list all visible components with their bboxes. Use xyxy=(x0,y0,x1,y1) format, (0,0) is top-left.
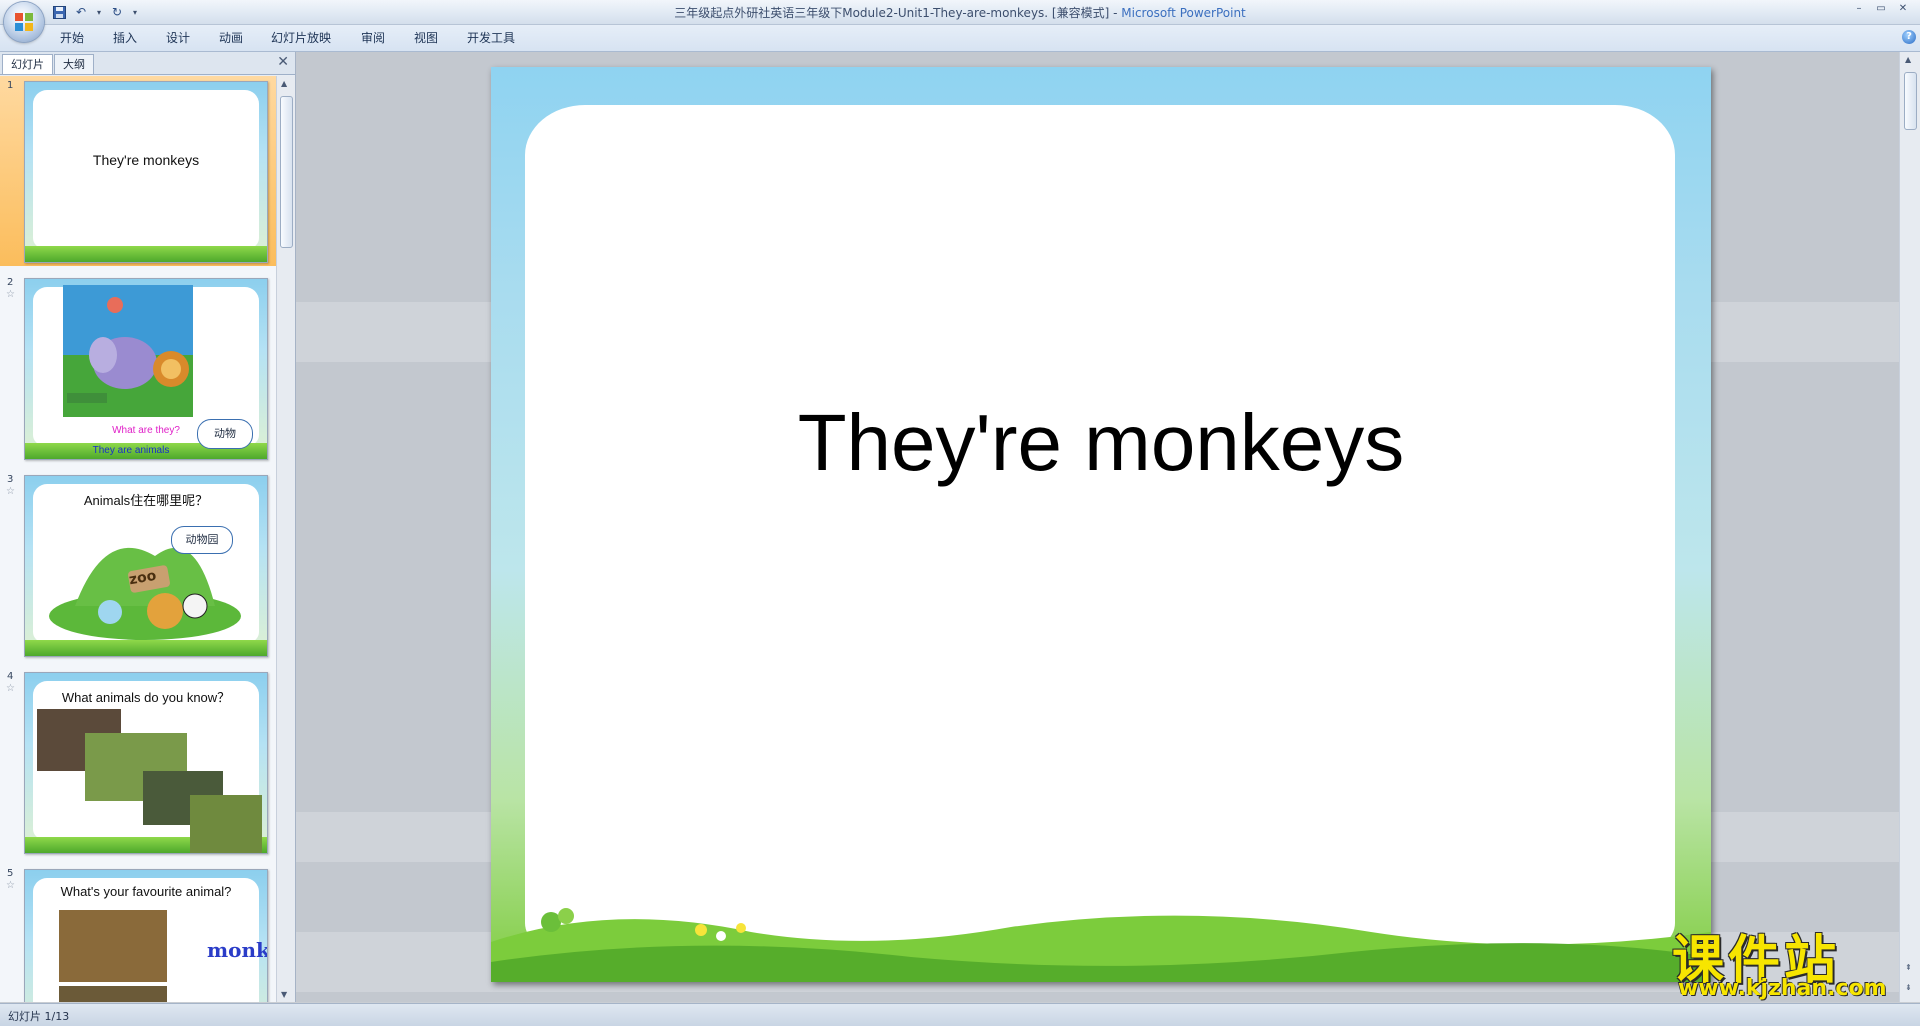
minimize-button[interactable]: – xyxy=(1848,2,1870,16)
close-button[interactable]: ✕ xyxy=(1892,2,1914,16)
thumbnail-row-2[interactable]: 2 ☆ What are they? They are animals 动物 xyxy=(0,273,276,463)
scroll-up-icon[interactable]: ▲ xyxy=(1905,55,1911,64)
slide-number: 3 xyxy=(7,474,14,485)
tab-developer[interactable]: 开发工具 xyxy=(461,29,521,47)
close-icon[interactable]: ✕ xyxy=(277,54,289,70)
tab-insert[interactable]: 插入 xyxy=(107,29,143,47)
tab-home[interactable]: 开始 xyxy=(54,29,90,47)
slide-number: 5 xyxy=(7,868,14,879)
status-bar: 幻灯片 1/13 xyxy=(0,1003,1920,1026)
slide-thumbnail-3[interactable]: Animals住在哪里呢？ zoo 动物园 xyxy=(24,475,268,657)
office-logo-icon xyxy=(15,13,33,31)
panel-tab-bar: 幻灯片 大纲 ✕ xyxy=(0,52,295,75)
animation-star-icon: ☆ xyxy=(6,486,15,497)
scroll-down-icon[interactable]: ▼ xyxy=(281,990,287,999)
title-bar: ↶ ▾ ↻ ▾ 三年级起点外研社英语三年级下Module2-Unit1-They… xyxy=(0,0,1920,25)
slide-number: 4 xyxy=(7,671,14,682)
tab-outline[interactable]: 大纲 xyxy=(54,54,94,74)
document-name: 三年级起点外研社英语三年级下Module2-Unit1-They-are-mon… xyxy=(674,6,1110,20)
window-title: 三年级起点外研社英语三年级下Module2-Unit1-They-are-mon… xyxy=(0,4,1920,21)
slide-grass-hills xyxy=(491,908,1711,982)
slide-thumbnail-1[interactable]: They're monkeys xyxy=(24,81,268,263)
watermark-url: www.kjzhan.com xyxy=(1678,976,1887,1001)
tab-slideshow[interactable]: 幻灯片放映 xyxy=(265,29,337,47)
thumbnail-row-3[interactable]: 3 ☆ Animals住在哪里呢？ zoo 动物园 xyxy=(0,470,276,660)
animation-star-icon: ☆ xyxy=(6,880,15,891)
thumbnail-card xyxy=(33,90,259,248)
scrollbar-thumb[interactable] xyxy=(1904,72,1917,130)
slide-thumbnail-4[interactable]: What animals do you know？ xyxy=(24,672,268,854)
current-slide[interactable]: They're monkeys xyxy=(491,67,1711,982)
scroll-up-icon[interactable]: ▲ xyxy=(281,79,287,88)
thumbnail-grass xyxy=(25,640,267,656)
tab-review[interactable]: 审阅 xyxy=(355,29,391,47)
help-icon[interactable]: ? xyxy=(1902,30,1916,44)
slide-thumbnail-5[interactable]: What's your favourite animal? monkey xyxy=(24,869,268,1002)
watermark-logo: 课件站 www.kjzhan.com xyxy=(1672,918,1900,1002)
tab-view[interactable]: 视图 xyxy=(408,29,444,47)
next-slide-icon[interactable]: ⇟ xyxy=(1905,983,1912,992)
editor-scrollbar[interactable]: ▲ ⇞ ⇟ xyxy=(1899,52,1920,1002)
slide-number: 1 xyxy=(7,80,14,91)
slide-thumbnail-2[interactable]: What are they? They are animals 动物 xyxy=(24,278,268,460)
thumbnail-bubble: 动物园 xyxy=(171,526,233,554)
tab-animations[interactable]: 动画 xyxy=(213,29,249,47)
thumbnail-row-1[interactable]: 1 They're monkeys xyxy=(0,76,276,266)
slide-number: 2 xyxy=(7,277,14,288)
thumbnail-title: What animals do you know？ xyxy=(61,690,231,705)
thumbnail-scrollbar[interactable]: ▲ ▼ xyxy=(276,76,295,1002)
monkey-photo xyxy=(59,910,167,982)
previous-slide-icon[interactable]: ⇞ xyxy=(1905,963,1912,972)
scrollbar-thumb[interactable] xyxy=(280,96,293,248)
slide-frame xyxy=(525,105,1675,953)
slide-title[interactable]: They're monkeys xyxy=(491,397,1711,489)
thumbnail-row-5[interactable]: 5 ☆ What's your favourite animal? monkey xyxy=(0,864,276,1002)
bird-photo xyxy=(190,795,262,853)
animals-illustration xyxy=(63,285,193,417)
slides-panel: 幻灯片 大纲 ✕ 1 They're monkeys 2 ☆ What are … xyxy=(0,52,296,1002)
monkey-photo-2 xyxy=(59,986,167,1002)
slide-indicator: 幻灯片 1/13 xyxy=(8,1010,70,1023)
thumbnail-word: monkey xyxy=(207,938,267,962)
app-name: Microsoft PowerPoint xyxy=(1121,6,1246,20)
thumbnail-bubble: 动物 xyxy=(197,419,253,449)
thumbnail-list: 1 They're monkeys 2 ☆ What are they? The… xyxy=(0,76,276,1002)
thumbnail-title: Animals住在哪里呢？ xyxy=(83,493,209,508)
thumbnail-grass xyxy=(25,246,267,262)
animation-star-icon: ☆ xyxy=(6,289,15,300)
animation-star-icon: ☆ xyxy=(6,683,15,694)
thumbnail-row-4[interactable]: 4 ☆ What animals do you know？ xyxy=(0,667,276,857)
tab-slides[interactable]: 幻灯片 xyxy=(2,54,53,74)
tab-design[interactable]: 设计 xyxy=(160,29,196,47)
restore-button[interactable]: ▭ xyxy=(1870,2,1892,16)
thumbnail-title: What's your favourite animal? xyxy=(60,884,232,899)
ribbon-tab-bar: 开始 插入 设计 动画 幻灯片放映 审阅 视图 开发工具 xyxy=(0,25,1920,52)
window-controls: – ▭ ✕ xyxy=(1848,2,1914,16)
title-separator: - xyxy=(1109,6,1122,20)
thumbnail-title: They're monkeys xyxy=(92,152,200,168)
office-button[interactable] xyxy=(4,2,44,42)
